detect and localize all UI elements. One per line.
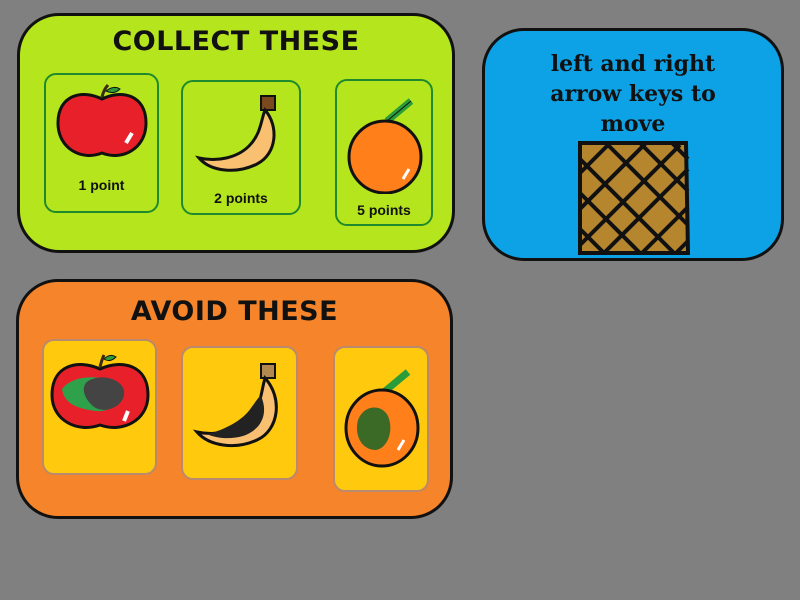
rotten-banana-icon (192, 363, 278, 447)
avoid-title: AVOID THESE (130, 296, 339, 327)
collect-title: COLLECT THESE (112, 26, 360, 57)
collect-banana-card: 2 points (181, 80, 301, 215)
collect-apple-card: 1 point (44, 73, 159, 213)
avoid-panel: AVOID THESE (16, 279, 453, 519)
apple-icon (56, 83, 148, 157)
banana-icon (194, 95, 276, 172)
collect-banana-label: 2 points (214, 190, 268, 206)
collect-panel: COLLECT THESE 1 point 2 points 5 points (17, 13, 455, 253)
basket-icon (578, 141, 691, 255)
orange-icon (347, 98, 423, 194)
collect-orange-card: 5 points (335, 79, 433, 226)
controls-panel: left and right arrow keys to move (482, 28, 784, 261)
controls-instructions: left and right arrow keys to move (550, 51, 716, 137)
avoid-banana-card (181, 346, 298, 480)
avoid-apple-card (42, 339, 157, 475)
collect-apple-label: 1 point (78, 177, 125, 193)
rotten-orange-icon (344, 369, 420, 468)
avoid-orange-card (333, 346, 429, 492)
rotten-apple-icon (50, 354, 150, 429)
collect-orange-label: 5 points (357, 202, 411, 218)
